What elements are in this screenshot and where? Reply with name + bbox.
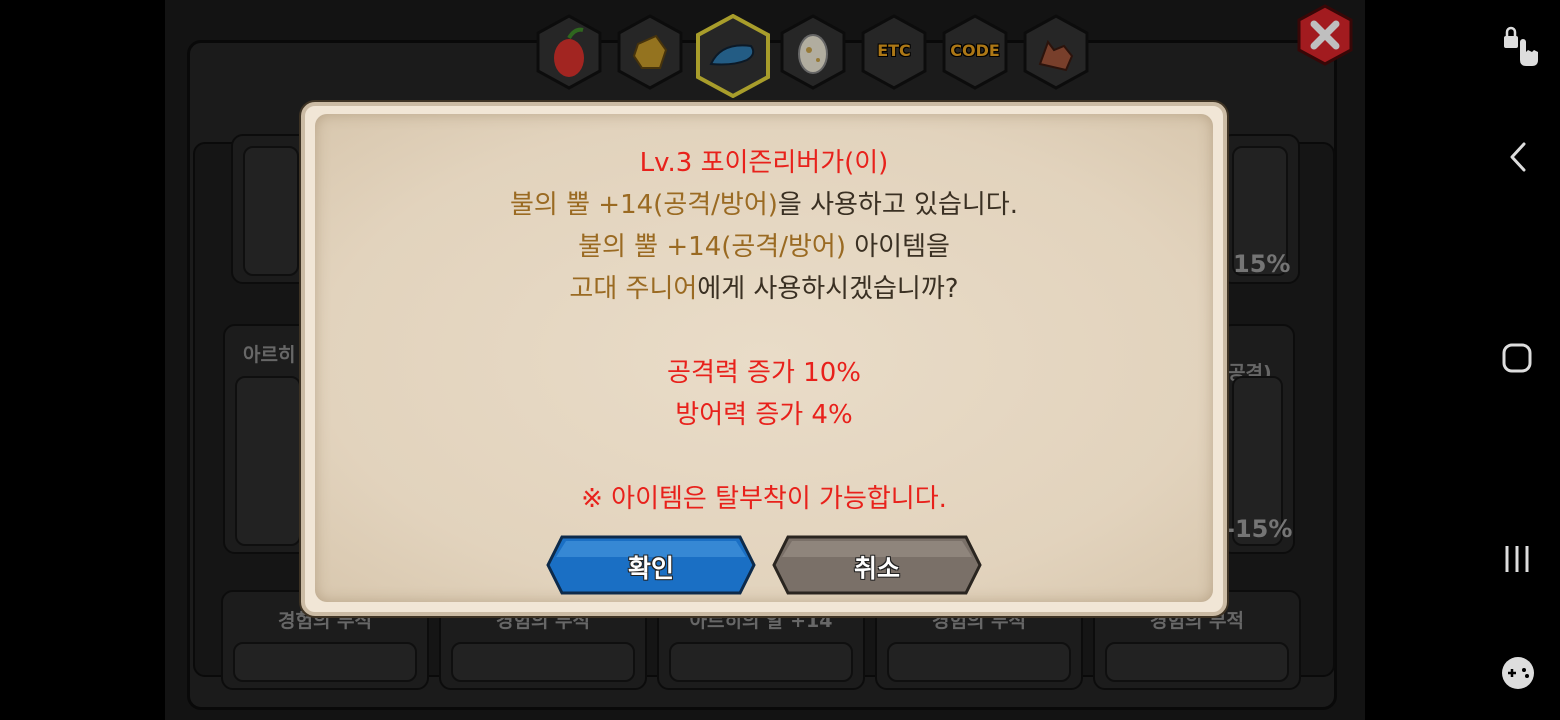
cancel-button[interactable]: 취소	[772, 535, 982, 595]
cancel-label: 취소	[853, 554, 900, 583]
confirm-button[interactable]: 확인	[546, 535, 756, 595]
home-icon[interactable]	[1494, 333, 1544, 383]
dialog-line-new-item: 불의 뿔 +14(공격/방어) 아이템을	[305, 226, 1223, 263]
current-item-text: 을 사용하고 있습니다.	[777, 190, 1018, 220]
confirm-dialog: Lv.3 포이즌리버가(이) 불의 뿔 +14(공격/방어)을 사용하고 있습니…	[301, 102, 1227, 616]
dialog-line-target: 고대 주니어에게 사용하시겠습니까?	[305, 268, 1223, 305]
recents-icon[interactable]	[1494, 534, 1544, 584]
game-tools-icon[interactable]	[1494, 648, 1544, 698]
stat-attack: 공격력 증가 10%	[667, 358, 861, 388]
dialog-line-pet: Lv.3 포이즌리버가(이)	[639, 148, 889, 178]
touch-lock-icon[interactable]	[1494, 22, 1544, 72]
current-item-name: 불의 뿔 +14(공격/방어)	[510, 190, 778, 220]
new-item-name: 불의 뿔 +14(공격/방어)	[578, 232, 846, 262]
dialog-line-current-item: 불의 뿔 +14(공격/방어)을 사용하고 있습니다.	[305, 184, 1223, 221]
dialog-note: ※ 아이템은 탈부착이 가능합니다.	[581, 484, 947, 514]
target-name: 고대 주니어	[569, 274, 698, 304]
system-nav-bar	[1478, 0, 1560, 720]
new-item-text: 아이템을	[845, 232, 950, 262]
target-question: 에게 사용하시겠습니까?	[697, 274, 959, 304]
back-icon[interactable]	[1494, 132, 1544, 182]
confirm-label: 확인	[627, 554, 674, 583]
stat-defense: 방어력 증가 4%	[675, 400, 853, 430]
